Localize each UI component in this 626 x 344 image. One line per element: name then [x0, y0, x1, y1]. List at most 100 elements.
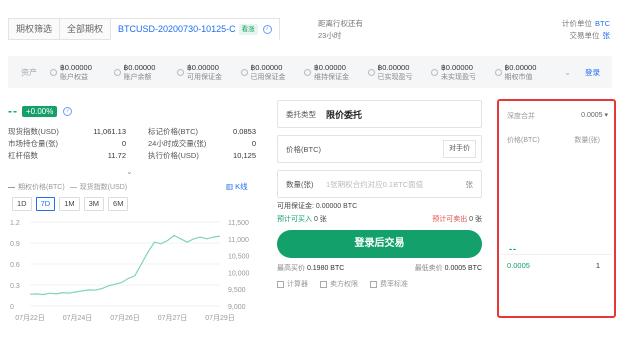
asset-value: ฿0.00000	[123, 62, 156, 72]
y-tick-right: 10,000	[228, 270, 250, 277]
asset-bar: 资产 ฿0.00000 账户权益 ฿0.00000 账户余额 ฿0.00000 可用保…	[8, 56, 612, 88]
asset-login-link[interactable]: 登录	[585, 67, 600, 78]
divider	[501, 254, 612, 255]
stat-value: 0	[251, 139, 256, 148]
stat-label: 杠杆倍数	[8, 151, 38, 160]
info-icon[interactable]: i	[262, 25, 272, 35]
asset-name: 维持保证金	[314, 73, 349, 81]
y-tick-right: 10,500	[228, 254, 250, 261]
bid-row[interactable]: 0.0005 1	[507, 261, 600, 270]
range-7d-button[interactable]: 7D	[35, 197, 56, 211]
fee-icon	[370, 280, 377, 288]
quantity-unit: 张	[465, 179, 474, 189]
seller-permission-link[interactable]: 卖方权限	[320, 279, 358, 289]
asset-name: 可用保证金	[187, 73, 222, 81]
y-tick-left: 0.3	[10, 283, 20, 290]
range-1m-button[interactable]: 1M	[59, 197, 80, 211]
price-placeholder: 价格(BTC)	[286, 144, 321, 154]
y-tick-left: 0.9	[10, 241, 20, 248]
y-tick-right: 11,500	[228, 220, 249, 227]
chart-legend: 期权价格(BTC) 现货指数(USD)	[8, 182, 127, 192]
x-tick: 07月29日	[205, 314, 235, 322]
range-1d-button[interactable]: 1D	[12, 197, 32, 211]
range-6m-button[interactable]: 6M	[108, 197, 129, 211]
asset-name: 未实现盈亏	[441, 73, 476, 81]
asset-label: 资产	[21, 67, 37, 77]
available-margin: 可用保证金: 0.00000 BTC	[277, 203, 358, 210]
kline-icon: ▥	[226, 182, 236, 191]
expiry-value: 23小时	[318, 31, 342, 40]
order-type-row[interactable]: 委托类型 限价委托	[277, 100, 482, 128]
tab-all-options[interactable]: 全部期权	[59, 18, 111, 40]
depth-select[interactable]: 0.0005 ▾	[581, 111, 608, 121]
y-tick-left: 1.2	[10, 220, 20, 227]
stat-value: 0.0853	[233, 127, 256, 136]
price-input[interactable]: 价格(BTC) 对手价	[277, 135, 482, 163]
stats-row: 杠杆倍数 11.72 执行价格(USD) 10,125	[8, 150, 256, 162]
asset-name: 已用保证金	[250, 73, 286, 81]
asset-item: ฿0.00000 可用保证金	[177, 63, 241, 82]
chevron-down-icon[interactable]: ⌄	[126, 167, 133, 176]
calculator-link[interactable]: 计算器	[277, 279, 308, 289]
y-tick-right: 9,000	[228, 304, 246, 311]
circle-icon	[240, 68, 248, 76]
x-tick: 07月24日	[63, 314, 93, 322]
stats-row: 市场持仓量(张) 0 24小时成交量(张) 0	[8, 138, 256, 150]
fee-rate-link[interactable]: 费率标准	[370, 279, 408, 289]
can-buy-label: 预计可买入	[277, 216, 312, 223]
stat-value: 11.72	[107, 151, 126, 160]
asset-value: ฿0.00000	[60, 62, 92, 72]
min-sell-label: 最低卖价	[414, 265, 443, 272]
info-icon[interactable]: i	[63, 106, 73, 116]
can-sell-value: 0 张	[469, 216, 482, 223]
counterparty-price-button[interactable]: 对手价	[443, 140, 476, 158]
depth-merge: 深度合并 0.0005 ▾	[507, 111, 608, 121]
bid-qty: 1	[595, 261, 600, 270]
stat-value: 0	[121, 139, 126, 148]
x-tick: 07月26日	[110, 314, 140, 322]
price-chart[interactable]: 1.2 0.9 0.6 0.3 0 11,500 11,000 10,500 10,000 9,5…	[8, 216, 256, 326]
price-limits: 最高买价 0.1980 BTC 最低卖价 0.0005 BTC	[277, 263, 482, 273]
range-3m-button[interactable]: 3M	[83, 197, 105, 211]
order-form: 委托类型 限价委托 价格(BTC) 对手价 数量(张) 1张期权合约对应0.1B…	[277, 100, 482, 205]
contract-name: BTCUSD-20200730-10125-C	[118, 24, 236, 34]
can-sell: 预计可卖出 0 张	[420, 214, 482, 224]
min-sell-value: 0.0005 BTC	[444, 265, 482, 272]
tab-bar: 期权筛选 全部期权 BTCUSD-20200730-10125-C 看涨 i	[8, 18, 280, 40]
circle-icon	[50, 68, 57, 76]
order-type-value: 限价委托	[326, 109, 363, 120]
call-badge: 看涨	[238, 24, 258, 36]
can-buy-value: 0 张	[313, 216, 327, 223]
circle-icon	[304, 68, 311, 76]
tab-current-contract[interactable]: BTCUSD-20200730-10125-C 看涨 i	[110, 18, 280, 40]
stat-label: 24小时成交量(张)	[148, 139, 207, 148]
asset-item: ฿0.00000 已实现盈亏	[367, 63, 432, 82]
legend-mark-price[interactable]: 期权价格(BTC)	[18, 182, 65, 192]
legend-spot-index[interactable]: 现货指数(USD)	[80, 182, 127, 192]
login-to-trade-button[interactable]: 登录后交易	[277, 230, 482, 258]
asset-name: 账户权益	[60, 73, 88, 81]
kline-toggle[interactable]: ▥ K线	[226, 181, 248, 192]
kline-label: K线	[235, 182, 248, 191]
book-columns: 价格(BTC) 数量(张)	[507, 135, 600, 145]
asset-item: ฿0.00000 未实现盈亏	[431, 63, 495, 82]
price-change-badge: +0.00%	[22, 105, 58, 117]
asset-item: ฿0.00000 账户权益	[50, 63, 114, 82]
order-type-label: 委托类型	[286, 109, 316, 119]
col-price: 价格(BTC)	[507, 137, 540, 144]
price-unit-label: 计价单位	[562, 19, 592, 28]
permission-icon	[320, 280, 327, 288]
chevron-down-icon[interactable]: ⌄	[564, 68, 571, 77]
tab-option-filter[interactable]: 期权筛选	[8, 18, 60, 40]
caret-down-icon: ▾	[604, 112, 608, 119]
depth-label: 深度合并	[507, 113, 535, 120]
quantity-input[interactable]: 数量(张) 1张期权合约对应0.1BTC面值 张	[277, 170, 482, 198]
trade-unit-value[interactable]: 张	[603, 31, 611, 40]
asset-value: ฿0.00000	[314, 62, 346, 72]
circle-icon	[431, 68, 438, 76]
fee-rate-label: 费率标准	[380, 281, 408, 288]
book-last-price: --	[509, 244, 517, 254]
x-tick: 07月22日	[15, 314, 45, 322]
market-stats: 现货指数(USD) 11,061.13 标记价格(BTC) 0.0853 市场持仓量…	[8, 126, 256, 162]
price-unit-value[interactable]: BTC	[595, 19, 610, 28]
